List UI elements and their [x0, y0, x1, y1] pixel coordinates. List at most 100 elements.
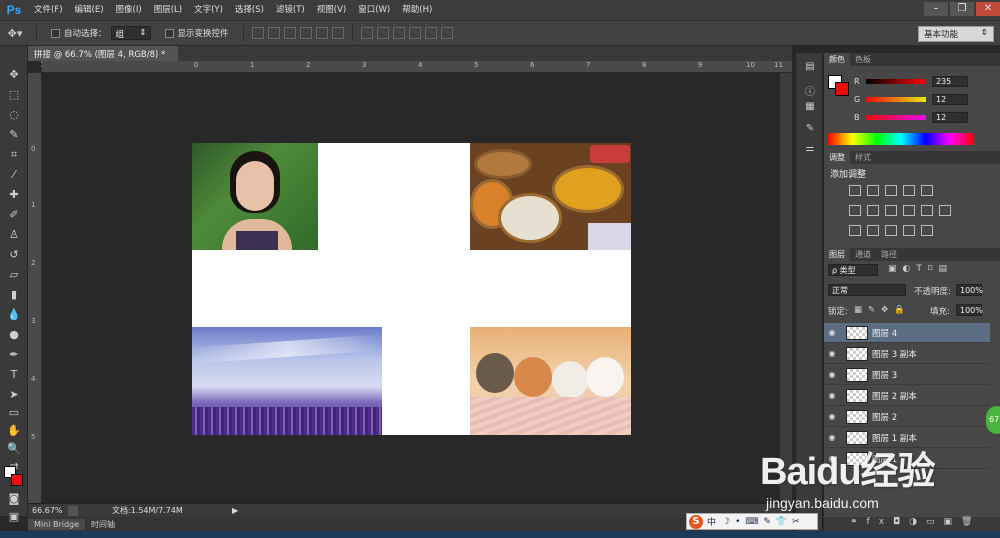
- vertical-scrollbar[interactable]: [780, 73, 792, 503]
- history-panel-icon[interactable]: ▤: [801, 61, 819, 77]
- clone-source-panel-icon[interactable]: ⚌: [801, 143, 819, 159]
- photo-filter-icon[interactable]: [903, 205, 915, 216]
- crop-tool-icon[interactable]: ⌗: [5, 146, 23, 164]
- sogou-logo-icon[interactable]: S: [689, 514, 703, 529]
- menu-type[interactable]: 文字(Y): [188, 0, 229, 20]
- screen-mode-icon[interactable]: ▣: [5, 508, 23, 523]
- black-white-icon[interactable]: [885, 205, 897, 216]
- color-spectrum-bar[interactable]: [828, 133, 974, 145]
- layer-filter-icons[interactable]: ▣◐T⌑▤: [888, 264, 953, 274]
- move-tool-icon[interactable]: ✥: [5, 66, 23, 84]
- stamp-tool-icon[interactable]: ♙: [5, 226, 23, 244]
- hue-saturation-icon[interactable]: [849, 205, 861, 216]
- close-button[interactable]: ✕: [976, 2, 1000, 16]
- green-value-input[interactable]: 12: [932, 93, 968, 105]
- info-panel-icon[interactable]: ⓘ: [801, 83, 819, 99]
- visibility-eye-icon[interactable]: ◉: [824, 349, 840, 358]
- opacity-input[interactable]: 100%: [956, 284, 983, 296]
- menu-image[interactable]: 图像(I): [110, 0, 148, 20]
- menu-window[interactable]: 窗口(W): [352, 0, 396, 20]
- restore-button[interactable]: ❐: [950, 2, 974, 16]
- lasso-tool-icon[interactable]: ◌: [5, 106, 23, 124]
- layer-row[interactable]: ◉ 图层 3: [824, 365, 990, 385]
- tab-styles[interactable]: 样式: [850, 151, 876, 164]
- background-color-swatch[interactable]: [11, 474, 23, 486]
- menu-layer[interactable]: 图层(L): [148, 0, 188, 20]
- tab-mini-bridge[interactable]: Mini Bridge: [28, 518, 86, 530]
- align-vcenter-icon[interactable]: [267, 27, 280, 39]
- posterize-icon[interactable]: [867, 225, 879, 236]
- distribute-right-icon[interactable]: [440, 27, 453, 39]
- curves-icon[interactable]: [885, 185, 897, 196]
- distribute-left-icon[interactable]: [408, 27, 421, 39]
- exposure-icon[interactable]: [903, 185, 915, 196]
- blur-tool-icon[interactable]: 💧: [5, 306, 23, 324]
- channel-mixer-icon[interactable]: [921, 205, 933, 216]
- lock-icons[interactable]: ▦✎✥🔒: [854, 305, 911, 315]
- tab-channels[interactable]: 通道: [850, 248, 876, 261]
- visibility-eye-icon[interactable]: ◉: [824, 370, 840, 379]
- ime-tool-icons[interactable]: ☽•⌨✎👕✂: [722, 517, 805, 527]
- zoom-tool-icon[interactable]: 🔍: [5, 440, 23, 458]
- levels-icon[interactable]: [867, 185, 879, 196]
- document-tab[interactable]: 拼接 @ 66.7% (图层 4, RGB/8) * ×: [28, 46, 178, 70]
- eyedropper-tool-icon[interactable]: ⁄: [5, 166, 23, 184]
- align-top-icon[interactable]: [251, 27, 264, 39]
- align-right-icon[interactable]: [331, 27, 344, 39]
- path-select-tool-icon[interactable]: ➤: [5, 386, 23, 404]
- visibility-eye-icon[interactable]: ◉: [824, 412, 840, 421]
- pen-tool-icon[interactable]: ✒: [5, 346, 23, 364]
- layer-row[interactable]: ◉ 图层 3 副本: [824, 344, 990, 364]
- show-transform-checkbox[interactable]: [164, 28, 174, 38]
- menu-filter[interactable]: 滤镜(T): [270, 0, 311, 20]
- zoom-level[interactable]: 66.67%: [32, 506, 68, 515]
- tab-timeline[interactable]: 时间轴: [85, 518, 121, 531]
- gradient-tool-icon[interactable]: ▮: [5, 286, 23, 304]
- menu-edit[interactable]: 编辑(E): [69, 0, 110, 20]
- hand-tool-icon[interactable]: ✋: [5, 422, 23, 440]
- side-badge[interactable]: 67: [986, 406, 1000, 434]
- vibrance-icon[interactable]: [921, 185, 933, 196]
- layer-row[interactable]: ◉ 图层 4: [824, 323, 990, 343]
- canvas-area[interactable]: [42, 73, 792, 503]
- menu-select[interactable]: 选择(S): [229, 0, 270, 20]
- tab-adjustments[interactable]: 调整: [824, 151, 850, 164]
- status-menu-arrow-icon[interactable]: ▶: [232, 506, 238, 515]
- blue-slider[interactable]: [866, 114, 926, 120]
- healing-tool-icon[interactable]: ✚: [5, 186, 23, 204]
- type-tool-icon[interactable]: T: [5, 366, 23, 384]
- distribute-vcenter-icon[interactable]: [376, 27, 389, 39]
- ime-language[interactable]: 中: [707, 515, 716, 528]
- invert-icon[interactable]: [849, 225, 861, 236]
- layer-row[interactable]: ◉ 图层 2: [824, 407, 990, 427]
- layer-photo-kittens[interactable]: [470, 327, 631, 435]
- layer-photo-dimsum[interactable]: [470, 143, 631, 250]
- green-slider[interactable]: [866, 96, 926, 102]
- layer-photo-portrait[interactable]: [192, 143, 318, 250]
- minimize-button[interactable]: –: [924, 2, 948, 16]
- brightness-icon[interactable]: [849, 185, 861, 196]
- properties-panel-icon[interactable]: ▦: [801, 101, 819, 117]
- auto-select-dropdown[interactable]: 组 ⇕: [110, 26, 151, 40]
- layer-photo-lavender[interactable]: [192, 327, 382, 435]
- layer-filter-dropdown[interactable]: ρ 类型: [828, 264, 878, 276]
- tab-paths[interactable]: 路径: [876, 248, 902, 261]
- align-hcenter-icon[interactable]: [315, 27, 328, 39]
- quick-select-tool-icon[interactable]: ✎: [5, 126, 23, 144]
- history-brush-tool-icon[interactable]: ↺: [5, 246, 23, 264]
- red-value-input[interactable]: 235: [932, 75, 968, 87]
- tab-color[interactable]: 颜色: [824, 53, 850, 66]
- layers-panel-footer-icons[interactable]: ⚭fx◘◑▭▣🗑: [824, 517, 1000, 531]
- color-balance-icon[interactable]: [867, 205, 879, 216]
- color-panel-foreground-swatch[interactable]: [835, 82, 849, 96]
- visibility-eye-icon[interactable]: ◉: [824, 328, 840, 337]
- blend-mode-dropdown[interactable]: 正常: [828, 284, 906, 296]
- align-left-icon[interactable]: [299, 27, 312, 39]
- document-canvas[interactable]: [192, 143, 631, 435]
- eraser-tool-icon[interactable]: ▱: [5, 266, 23, 284]
- marquee-tool-icon[interactable]: ⬚: [5, 86, 23, 104]
- align-bottom-icon[interactable]: [283, 27, 296, 39]
- color-lookup-icon[interactable]: [939, 205, 951, 216]
- red-slider[interactable]: [866, 78, 926, 84]
- fill-input[interactable]: 100%: [956, 304, 983, 316]
